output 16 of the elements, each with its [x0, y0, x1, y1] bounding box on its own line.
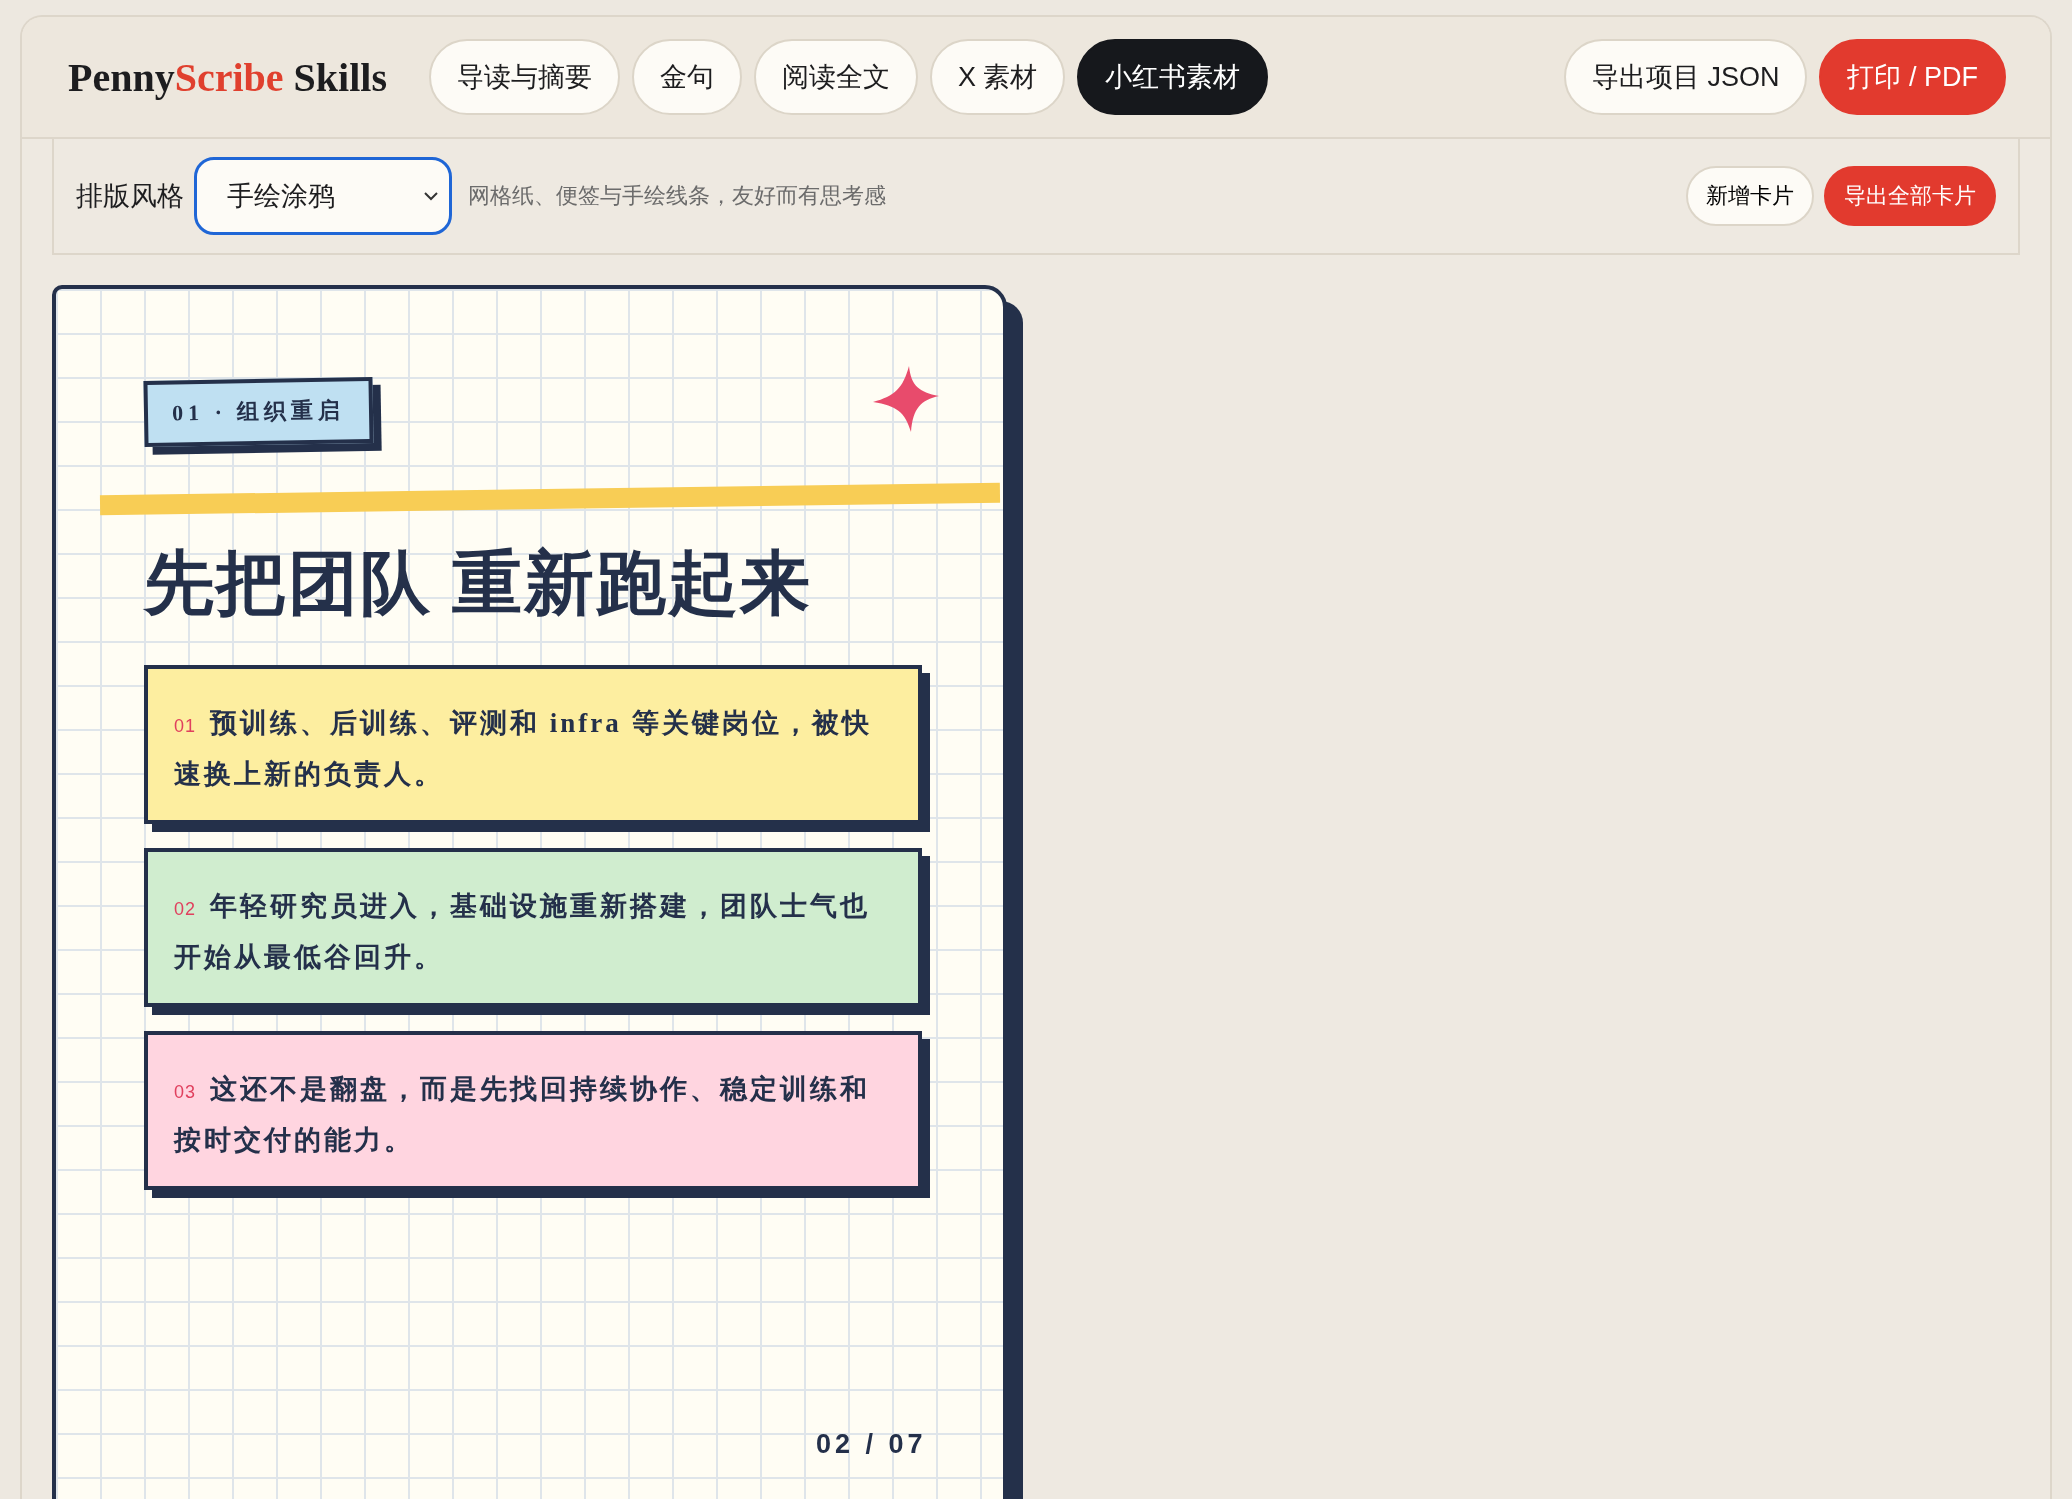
tab[interactable]: 阅读全文 [753, 39, 918, 115]
tab[interactable]: X 素材 [929, 39, 1066, 115]
export-button[interactable]: 导出项目 JSON [1563, 39, 1808, 115]
tab[interactable]: 小红书素材 [1077, 39, 1269, 115]
add-card-button[interactable]: 新增卡片 [1686, 166, 1814, 226]
tab[interactable]: 金句 [631, 39, 742, 115]
chevron-down-icon [423, 191, 439, 201]
export-all-button[interactable]: 导出全部卡片 [1824, 166, 1996, 226]
print-button[interactable]: 打印 / PDF [1819, 39, 2006, 115]
page-indicator: 02 / 07 [816, 1429, 927, 1460]
app-logo: PennyScribe Skills [68, 53, 387, 101]
style-select[interactable]: 手绘涂鸦 [194, 157, 452, 235]
tab[interactable]: 导读与摘要 [428, 39, 620, 115]
card-title: 先把团队 重新跑起来 [144, 544, 813, 624]
style-label: 排版风格 [76, 180, 184, 213]
style-description: 网格纸、便签与手绘线条，友好而有思考感 [468, 182, 886, 210]
